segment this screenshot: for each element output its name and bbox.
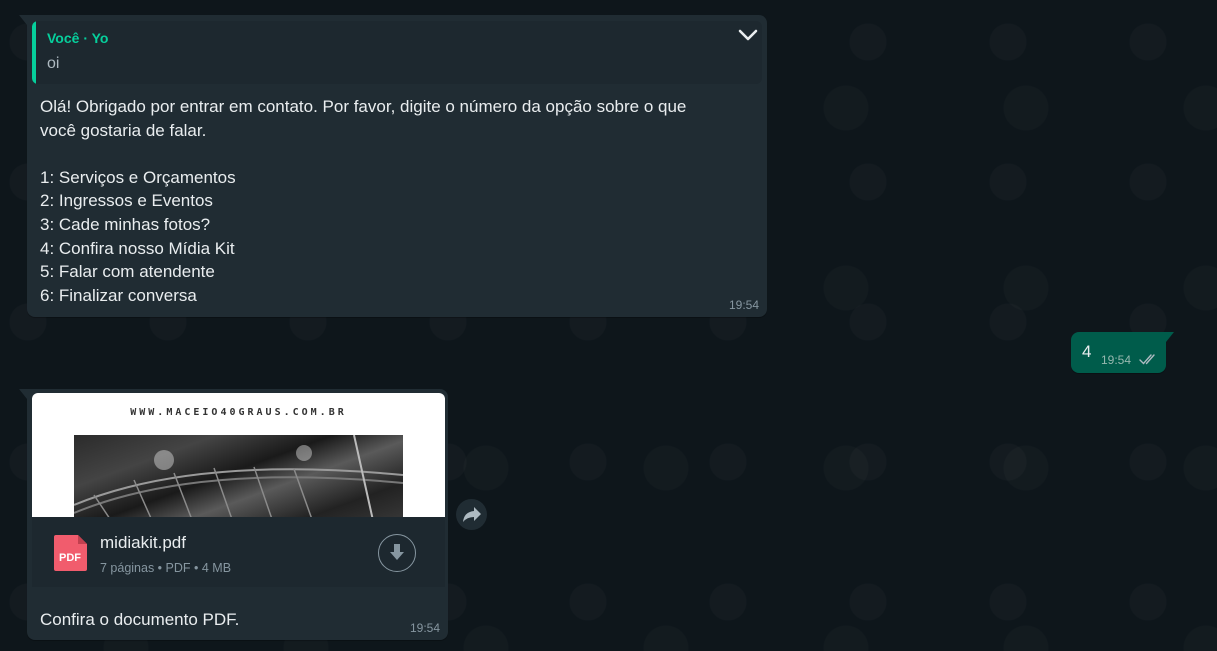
outgoing-message[interactable]: 4 19:54 [1071, 332, 1174, 373]
bubble-tail [19, 389, 27, 399]
document-caption: Confira o documento PDF. [40, 610, 240, 629]
message-body: Olá! Obrigado por entrar em contato. Por… [40, 97, 687, 305]
message-time: 19:54 [409, 621, 440, 635]
document-preview[interactable]: WWW.MACEIO40GRAUS.COM.BR [32, 393, 445, 517]
download-icon [390, 544, 404, 560]
incoming-document-message[interactable]: WWW.MACEIO40GRAUS.COM.BR PDF midiakit.pd… [19, 389, 448, 640]
document-file-row[interactable]: PDF midiakit.pdf 7 páginas • PDF • 4 MB [32, 517, 445, 587]
bubble-tail [19, 15, 27, 25]
pdf-label: PDF [59, 552, 81, 564]
message-text: 4 [1082, 342, 1092, 361]
pdf-file-icon: PDF [54, 535, 87, 571]
forward-icon [463, 507, 481, 522]
forward-button[interactable] [456, 499, 487, 530]
document-file-name: midiakit.pdf [100, 533, 186, 552]
bubble-tail [1166, 332, 1174, 342]
document-meta: 7 páginas • PDF • 4 MB [100, 561, 232, 575]
preview-url-text: WWW.MACEIO40GRAUS.COM.BR [130, 407, 347, 418]
double-check-icon [1139, 352, 1159, 366]
incoming-message-menu[interactable]: Você · Yo oi Olá! Obrigado por entrar em… [19, 15, 767, 317]
message-time: 19:54 [1101, 353, 1132, 367]
quoted-message[interactable]: Você · Yo oi [32, 21, 762, 84]
quote-text: oi [47, 55, 60, 72]
download-button[interactable] [378, 534, 416, 572]
quote-accent-bar [32, 21, 36, 84]
message-time: 19:54 [728, 298, 759, 312]
quote-author: Você · Yo [47, 30, 109, 46]
preview-photo [74, 435, 403, 517]
chevron-down-icon[interactable] [737, 25, 759, 45]
